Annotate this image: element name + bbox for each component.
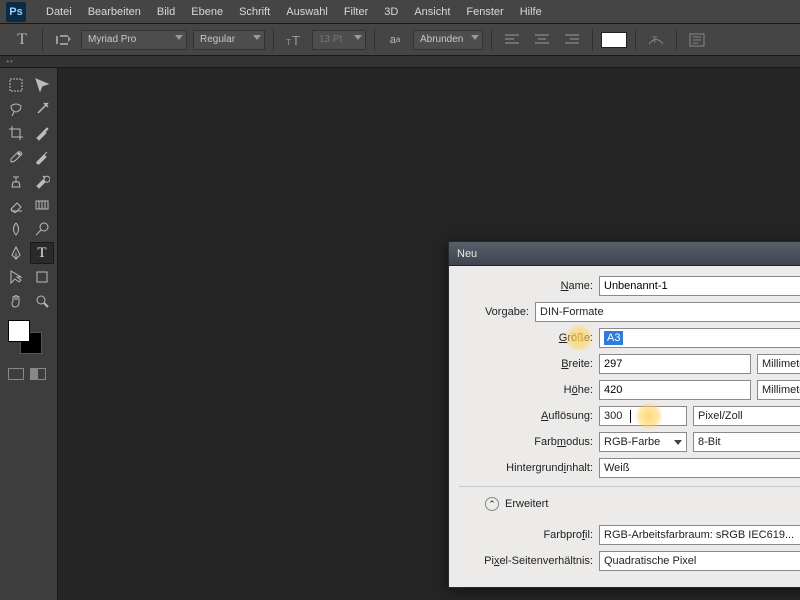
separator [635, 29, 636, 51]
width-unit-select[interactable]: Millimeter [757, 354, 800, 374]
separator [592, 29, 593, 51]
menu-bar: Ps Datei Bearbeiten Bild Ebene Schrift A… [0, 0, 800, 24]
align-right-button[interactable] [560, 29, 584, 51]
separator [676, 29, 677, 51]
bitdepth-select[interactable]: 8-Bit [693, 432, 800, 452]
svg-text:T: T [286, 38, 291, 47]
move-tool[interactable] [30, 74, 54, 96]
antialias-dropdown[interactable]: Abrunden [413, 30, 483, 50]
lasso-tool[interactable] [4, 98, 28, 120]
menu-file[interactable]: Datei [38, 0, 80, 24]
separator [273, 29, 274, 51]
eyedropper-tool[interactable] [30, 122, 54, 144]
colormode-select[interactable]: RGB-Farbe [599, 432, 687, 452]
path-selection-tool[interactable] [4, 266, 28, 288]
bgcontent-label: Hintergrundinhalt: [459, 462, 599, 474]
font-size-dropdown[interactable]: 13 Pt [312, 30, 366, 50]
quickmask-toggle[interactable] [8, 368, 24, 380]
clone-stamp-tool[interactable] [4, 170, 28, 192]
zoom-tool[interactable] [30, 290, 54, 312]
menu-layer[interactable]: Ebene [183, 0, 231, 24]
healing-brush-tool[interactable] [4, 146, 28, 168]
size-select[interactable]: A3 [599, 328, 800, 348]
align-center-button[interactable] [530, 29, 554, 51]
name-input[interactable] [599, 276, 800, 296]
bgcontent-select[interactable]: Weiß [599, 458, 800, 478]
menu-filter[interactable]: Filter [336, 0, 376, 24]
dodge-tool[interactable] [30, 218, 54, 240]
svg-text:T: T [652, 35, 658, 45]
character-panel-button[interactable] [685, 29, 709, 51]
height-label: Höhe: [459, 384, 599, 396]
name-label: Name: [459, 280, 599, 292]
antialias-icon: aa [383, 28, 407, 52]
aspect-label: Pixel-Seitenverhältnis: [459, 555, 599, 567]
menu-select[interactable]: Auswahl [278, 0, 336, 24]
separator [491, 29, 492, 51]
width-input[interactable] [599, 354, 751, 374]
font-family-dropdown[interactable]: Myriad Pro [81, 30, 187, 50]
menu-help[interactable]: Hilfe [512, 0, 550, 24]
svg-text:T: T [292, 33, 300, 47]
foreground-color[interactable] [8, 320, 30, 342]
warp-text-button[interactable]: T [644, 29, 668, 51]
preset-select[interactable]: DIN-Formate [535, 302, 800, 322]
new-document-dialog: Neu Name: Vorgabe: DIN-Formate Größe: A3 [448, 241, 800, 588]
type-tool[interactable]: T [30, 242, 54, 264]
width-label: Breite: [459, 358, 599, 370]
resolution-unit-select[interactable]: Pixel/Zoll [693, 406, 800, 426]
magic-wand-tool[interactable] [30, 98, 54, 120]
profile-select[interactable]: RGB-Arbeitsfarbraum: sRGB IEC619... [599, 525, 800, 545]
text-color-swatch[interactable] [601, 32, 627, 48]
aspect-select[interactable]: Quadratische Pixel [599, 551, 800, 571]
menu-3d[interactable]: 3D [376, 0, 406, 24]
divider [459, 486, 800, 487]
advanced-toggle[interactable]: ⌃ Erweitert [485, 497, 548, 511]
height-unit-select[interactable]: Millimeter [757, 380, 800, 400]
document-tab-strip: •• [0, 56, 800, 68]
menu-type[interactable]: Schrift [231, 0, 278, 24]
orientation-toggle-icon[interactable] [51, 29, 75, 51]
type-tool-icon: T [10, 28, 34, 52]
separator [374, 29, 375, 51]
size-label: Größe: [459, 332, 599, 344]
eraser-tool[interactable] [4, 194, 28, 216]
preset-label: Vorgabe: [459, 306, 535, 318]
menu-edit[interactable]: Bearbeiten [80, 0, 149, 24]
height-input[interactable] [599, 380, 751, 400]
menu-view[interactable]: Ansicht [406, 0, 458, 24]
app-logo: Ps [6, 2, 26, 22]
blur-tool[interactable] [4, 218, 28, 240]
pen-tool[interactable] [4, 242, 28, 264]
canvas-area: Neu Name: Vorgabe: DIN-Formate Größe: A3 [58, 68, 800, 600]
resolution-input[interactable]: 300 [599, 406, 687, 426]
history-brush-tool[interactable] [30, 170, 54, 192]
font-style-dropdown[interactable]: Regular [193, 30, 265, 50]
shape-tool[interactable] [30, 266, 54, 288]
font-size-icon: TT [282, 28, 306, 52]
gradient-tool[interactable] [30, 194, 54, 216]
separator [42, 29, 43, 51]
menu-window[interactable]: Fenster [458, 0, 511, 24]
colormode-label: Farbmodus: [459, 436, 599, 448]
brush-tool[interactable] [30, 146, 54, 168]
tools-panel: T [0, 68, 58, 600]
profile-label: Farbprofil: [459, 529, 599, 541]
crop-tool[interactable] [4, 122, 28, 144]
foreground-background-swatch[interactable] [8, 320, 42, 354]
dialog-title: Neu [449, 242, 800, 266]
marquee-tool[interactable] [4, 74, 28, 96]
options-bar: T Myriad Pro Regular TT 13 Pt aa Abrunde… [0, 24, 800, 56]
menu-image[interactable]: Bild [149, 0, 183, 24]
align-left-button[interactable] [500, 29, 524, 51]
resolution-label: Auflösung: [459, 410, 599, 422]
hand-tool[interactable] [4, 290, 28, 312]
screenmode-toggle[interactable] [30, 368, 46, 380]
main-area: T Neu Name: [0, 68, 800, 600]
